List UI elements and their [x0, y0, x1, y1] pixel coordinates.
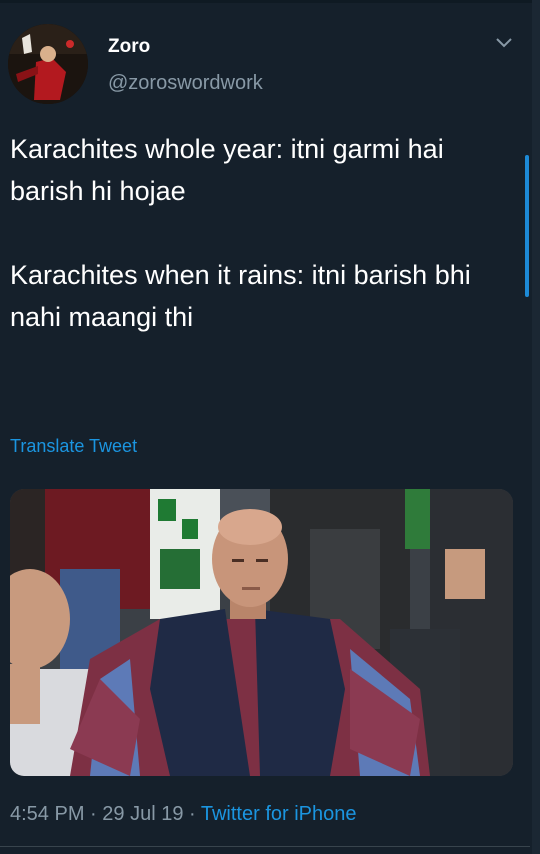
user-handle[interactable]: @zoroswordwork: [108, 72, 263, 95]
right-edge: [532, 0, 540, 854]
bottom-divider: [0, 846, 530, 847]
tweet-meta: 4:54 PM · 29 Jul 19 · Twitter for iPhone: [10, 803, 356, 826]
avatar[interactable]: [8, 24, 88, 104]
avatar-image: [8, 24, 88, 104]
tweet-photo[interactable]: [10, 489, 513, 776]
display-name[interactable]: Zoro: [108, 36, 150, 58]
meta-separator-2: ·: [183, 803, 201, 825]
photo-image: [10, 489, 513, 776]
tweet-text: Karachites whole year: itni garmi hai ba…: [10, 134, 471, 332]
tweet-source-link[interactable]: Twitter for iPhone: [201, 803, 357, 825]
meta-separator: ·: [84, 803, 103, 825]
translate-tweet-link[interactable]: Translate Tweet: [10, 436, 137, 457]
chevron-down-icon[interactable]: [494, 36, 514, 50]
tweet-date[interactable]: 29 Jul 19: [102, 803, 183, 825]
tweet-time[interactable]: 4:54 PM: [10, 803, 84, 825]
top-border: [0, 0, 540, 3]
scrollbar[interactable]: [525, 155, 529, 297]
